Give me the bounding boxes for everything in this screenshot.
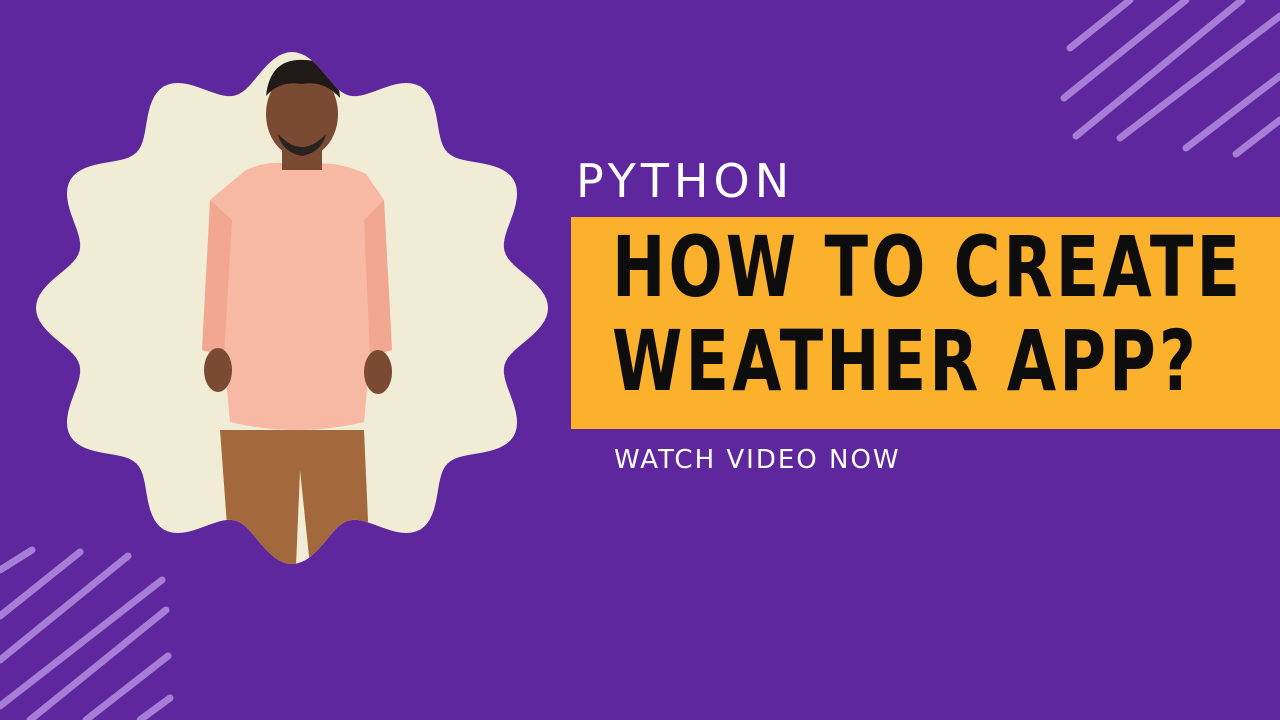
topic-label: PYTHON [576,154,795,208]
headline: HOW TO CREATE WEATHER APP? [612,220,1243,408]
headline-line-1: HOW TO CREATE [612,218,1244,316]
headline-line-2: WEATHER APP? [612,312,1199,410]
person-photo [36,52,548,564]
watch-video-cta: WATCH VIDEO NOW [614,445,901,475]
presenter-photo [34,50,550,566]
